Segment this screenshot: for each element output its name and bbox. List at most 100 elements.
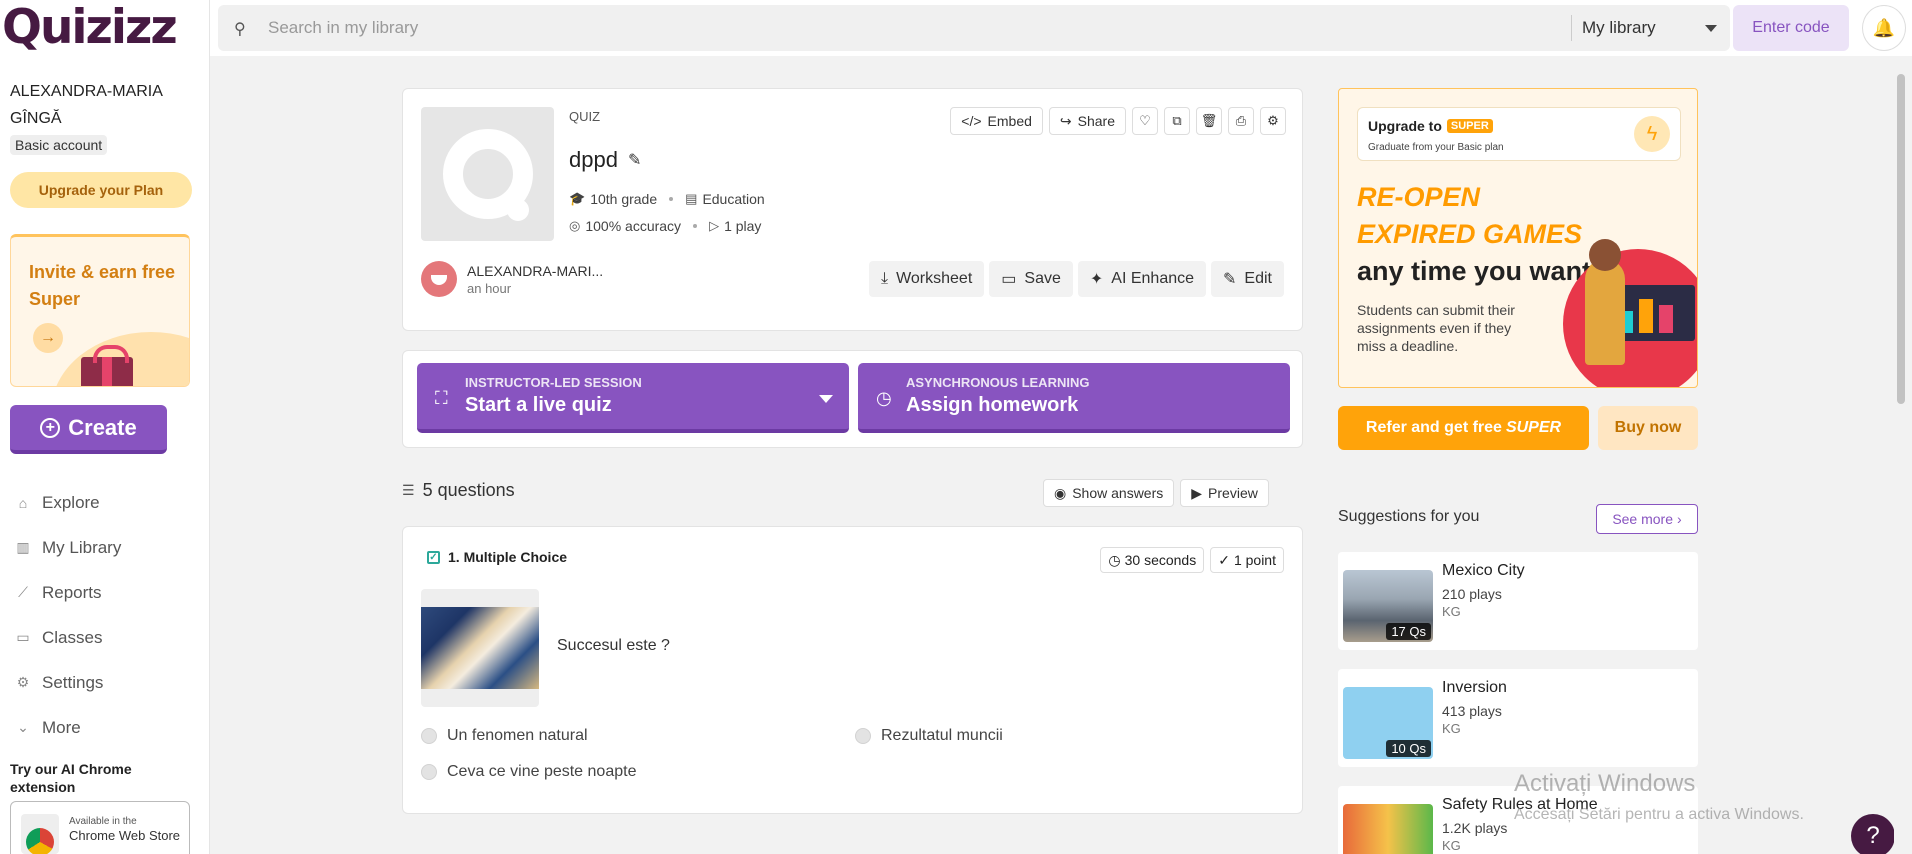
like-button[interactable]: ♡: [1132, 107, 1158, 135]
arrow-right-icon[interactable]: →: [33, 323, 63, 353]
webstore-line2: Chrome Web Store: [69, 828, 181, 843]
quiz-author[interactable]: ALEXANDRA-MARI... an hour: [421, 261, 603, 297]
assign-homework-button[interactable]: ◷ ASYNCHRONOUS LEARNING Assign homework: [858, 363, 1290, 433]
print-button[interactable]: ⎙: [1228, 107, 1254, 135]
question-settings: ◷ 30 seconds ✓ 1 point: [1100, 547, 1284, 573]
suggestion-plays: 1.2K plays: [1442, 820, 1508, 836]
edit-button[interactable]: ✎ Edit: [1211, 261, 1284, 297]
invite-text: Invite & earn free Super: [29, 262, 176, 309]
chevron-down-icon[interactable]: [819, 395, 833, 403]
share-icon: ↪: [1059, 112, 1072, 129]
gear-icon: ⚙: [1267, 113, 1279, 128]
gift-icon: [81, 345, 133, 386]
invite-earn-card[interactable]: Invite & earn free Super →: [10, 234, 190, 387]
promo-headline-highlight: RE-OPEN EXPIRED GAMES: [1357, 182, 1583, 249]
sidebar-item-classes[interactable]: ▭ Classes: [14, 615, 204, 660]
delete-button[interactable]: 🗑: [1196, 107, 1222, 135]
points-pill[interactable]: ✓ 1 point: [1210, 547, 1284, 573]
answer-option: Rezultatul muncii: [855, 727, 1003, 745]
presentation-icon: ⛶: [435, 388, 448, 408]
library-scope-label: My library: [1582, 18, 1656, 37]
quiz-info-card: QUIZ dppd ✎ 🎓 10th grade ▤ Education ◎ 100%…: [402, 88, 1303, 331]
scrollbar-thumb[interactable]: [1897, 74, 1905, 404]
library-scope-select[interactable]: My library: [1571, 15, 1721, 41]
help-question-icon[interactable]: ?: [1851, 814, 1895, 854]
refer-button[interactable]: Refer and get free SUPER: [1338, 406, 1589, 450]
download-icon: ⤓: [881, 270, 889, 287]
checkbox-icon: ✓: [427, 550, 440, 564]
page-scrollbar[interactable]: [1894, 62, 1908, 854]
play-icon: ▶: [1191, 484, 1203, 501]
question-image: [421, 589, 539, 707]
quiz-meta-row-2: ◎ 100% accuracy ▷ 1 play: [569, 218, 761, 234]
sidebar-item-explore[interactable]: ⌂ Explore: [14, 480, 204, 525]
avatar: [421, 261, 457, 297]
sidebar-nav: ⌂ Explore ▥ My Library ⟋ Reports ▭ Class…: [14, 480, 204, 750]
lightning-icon: ϟ: [1634, 116, 1670, 152]
quiz-bottom-actions: ⤓ Worksheet ▭ Save ✦ AI Enhance ✎ Edit: [869, 261, 1284, 297]
preview-button[interactable]: ▶ Preview: [1180, 479, 1269, 507]
suggestion-item[interactable]: 17 Qs Mexico City 210 plays KG: [1338, 552, 1698, 650]
save-button[interactable]: ▭ Save: [989, 261, 1073, 297]
sidebar-item-more[interactable]: ⌄ More: [14, 705, 204, 750]
buy-now-button[interactable]: Buy now: [1598, 406, 1698, 450]
session-label: INSTRUCTOR-LED SESSION: [465, 375, 642, 390]
edit-icon: ✎: [1223, 271, 1237, 288]
upgrade-plan-button[interactable]: Upgrade your Plan: [10, 172, 192, 208]
quizizz-logo[interactable]: Quizizz: [2, 0, 178, 55]
suggestion-item[interactable]: 10 Qs Inversion 413 plays KG: [1338, 669, 1698, 767]
heart-icon: ♡: [1139, 113, 1151, 128]
windows-activation-watermark: Activați Windows: [1514, 770, 1696, 797]
enter-code-button[interactable]: Enter code: [1733, 5, 1849, 51]
quiz-thumbnail: [421, 107, 554, 241]
suggestion-grade: KG: [1442, 604, 1461, 619]
classes-icon: ▭: [16, 629, 30, 645]
session-label: ASYNCHRONOUS LEARNING: [906, 375, 1090, 390]
time-pill[interactable]: ◷ 30 seconds: [1100, 547, 1205, 573]
chrome-icon: [21, 814, 59, 854]
create-button[interactable]: + Create: [10, 405, 167, 454]
book-icon: ▤: [685, 191, 698, 206]
share-button[interactable]: ↪ Share: [1048, 107, 1126, 135]
suggestion-grade: KG: [1442, 838, 1461, 853]
folder-icon: ▭: [1001, 271, 1017, 288]
sparkle-icon: ✦: [1089, 271, 1104, 288]
duplicate-button[interactable]: ⧉: [1164, 107, 1190, 135]
upgrade-to-super-banner[interactable]: Upgrade to SUPER Graduate from your Basi…: [1357, 107, 1681, 161]
sidebar-item-my-library[interactable]: ▥ My Library: [14, 525, 204, 570]
start-live-quiz-button[interactable]: ⛶ INSTRUCTOR-LED SESSION Start a live qu…: [417, 363, 849, 433]
clock-icon: ◷: [876, 388, 892, 408]
see-more-button[interactable]: See more ›: [1596, 504, 1698, 534]
answer-option: Un fenomen natural: [421, 727, 588, 745]
ai-enhance-button[interactable]: ✦ AI Enhance: [1077, 261, 1207, 297]
question-count-badge: 10 Qs: [1386, 740, 1431, 757]
promo-headline-rest: any time you want: [1357, 256, 1592, 286]
question-text: Succesul este ?: [557, 637, 670, 654]
settings-button[interactable]: ⚙: [1260, 107, 1286, 135]
quiz-grade: 10th grade: [590, 191, 658, 207]
edit-title-pencil-icon[interactable]: ✎: [628, 150, 641, 170]
upgrade-promo-card[interactable]: Upgrade to SUPER Graduate from your Basi…: [1338, 88, 1698, 388]
worksheet-button[interactable]: ⤓ Worksheet: [869, 261, 985, 297]
question-count-badge: 17 Qs: [1386, 623, 1431, 640]
question-card[interactable]: ✓ 1. Multiple Choice ◷ 30 seconds ✓ 1 poin…: [402, 526, 1303, 814]
chrome-extension-text: Try our AI Chrome extension: [10, 761, 132, 795]
search-input[interactable]: [268, 15, 1268, 41]
plus-icon: +: [40, 417, 61, 438]
sidebar-item-reports[interactable]: ⟋ Reports: [14, 570, 204, 615]
suggestion-thumbnail: [1343, 804, 1433, 854]
person-illustration: [1585, 259, 1625, 365]
sidebar-item-label: More: [42, 717, 81, 737]
embed-button[interactable]: </> Embed: [950, 107, 1043, 135]
sidebar-item-settings[interactable]: ⚙ Settings: [14, 660, 204, 705]
chevron-right-icon: ›: [1677, 511, 1682, 527]
quiz-meta-row-1: 🎓 10th grade ▤ Education: [569, 191, 765, 207]
notification-bell-icon[interactable]: 🔔: [1862, 5, 1906, 51]
radio-icon: [421, 764, 437, 780]
sidebar-item-label: Reports: [42, 582, 102, 602]
upgrade-subline: Graduate from your Basic plan: [1368, 142, 1504, 153]
explore-icon: ⌂: [18, 494, 28, 511]
show-answers-button[interactable]: ◉ Show answers: [1043, 479, 1175, 507]
chrome-web-store-badge[interactable]: Available in the Chrome Web Store: [10, 801, 190, 854]
suggestion-grade: KG: [1442, 721, 1461, 736]
